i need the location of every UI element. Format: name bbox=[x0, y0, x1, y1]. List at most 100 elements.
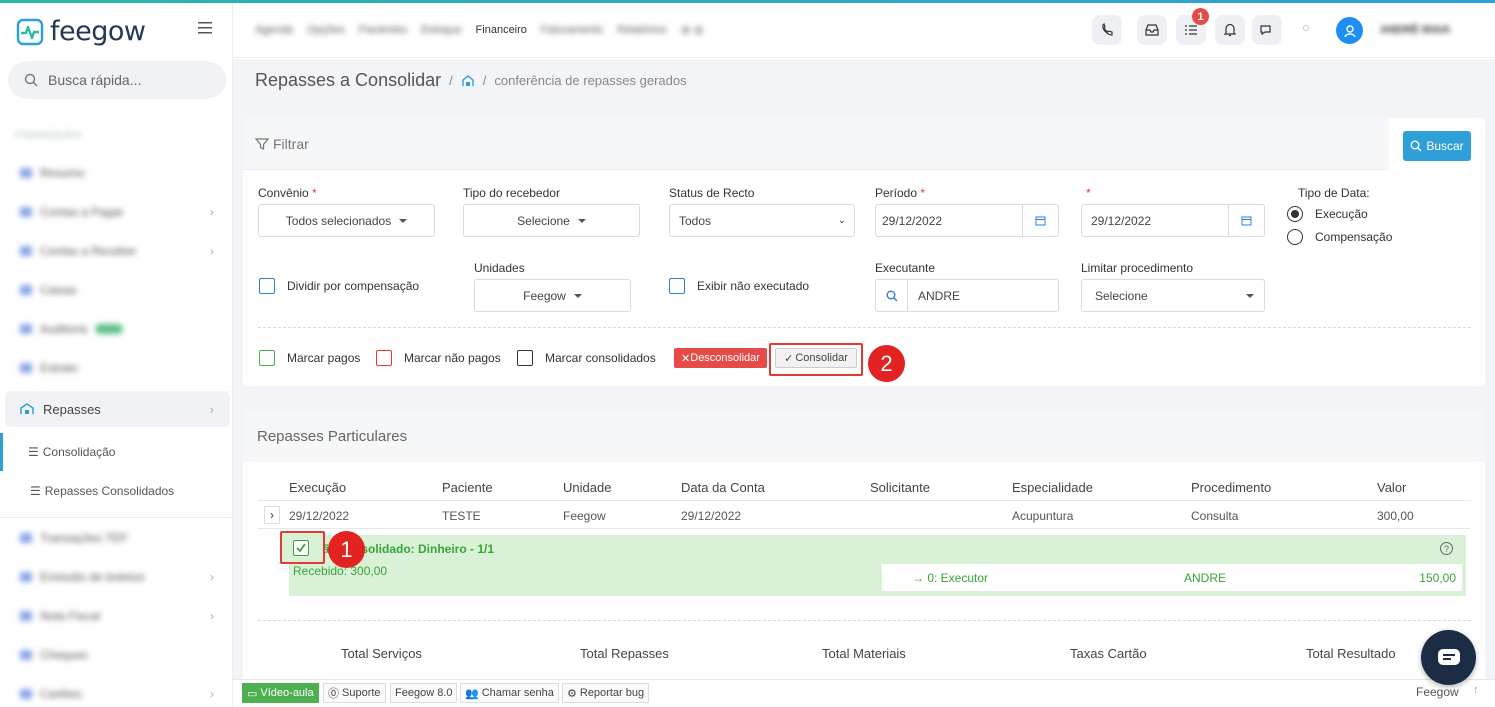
sidebar-item-extrato[interactable]: Extrato bbox=[20, 358, 220, 378]
cell-data-conta: 29/12/2022 bbox=[681, 509, 742, 523]
cell-execucao: 29/12/2022 bbox=[289, 509, 350, 523]
sidebar-item-contas-pagar[interactable]: Contas a Pagar › bbox=[20, 202, 220, 222]
tipo-recebedor-label: Tipo do recebedor bbox=[463, 186, 560, 200]
unidades-label: Unidades bbox=[474, 261, 525, 275]
user-name[interactable]: ANDRÉ MAIA bbox=[1380, 24, 1450, 36]
convenio-select[interactable]: Todos selecionados bbox=[258, 204, 435, 237]
breadcrumb-page: conferência de repasses gerados bbox=[494, 73, 687, 88]
help-icon[interactable]: ? bbox=[1440, 542, 1453, 555]
convenio-label: Convênio * bbox=[258, 186, 317, 200]
list-icon: ☰ bbox=[30, 484, 41, 498]
sidebar-section-title: FINANCEIRO bbox=[16, 130, 82, 140]
nav-relatorios[interactable]: Relatórios bbox=[617, 24, 667, 37]
row-divider bbox=[258, 528, 1471, 529]
total-repasses: Total Repasses bbox=[580, 646, 669, 661]
col-paciente: Paciente bbox=[442, 480, 493, 495]
periodo-from-input[interactable]: 29/12/2022 bbox=[875, 204, 1059, 237]
sidebar-item-cartoes[interactable]: Cartões › bbox=[20, 684, 220, 704]
tipo-recebedor-select[interactable]: Selecione bbox=[463, 204, 640, 237]
cell-unidade: Feegow bbox=[563, 509, 606, 523]
users-icon: 👥 bbox=[465, 687, 479, 700]
col-especialidade: Especialidade bbox=[1012, 480, 1093, 495]
consolidate-checkbox[interactable] bbox=[293, 540, 309, 556]
marcar-consolidados-checkbox[interactable]: Marcar consolidados bbox=[517, 350, 656, 366]
periodo-to-input[interactable]: 29/12/2022 bbox=[1081, 204, 1265, 237]
nav-faturamento[interactable]: Faturamento bbox=[541, 24, 603, 37]
row-divider bbox=[258, 500, 1471, 501]
sidebar bbox=[0, 3, 233, 707]
notification-badge: 1 bbox=[1192, 8, 1209, 25]
status-recto-select[interactable]: Todos ⌄ bbox=[669, 204, 855, 237]
divider bbox=[258, 620, 1471, 621]
repasses-icon[interactable] bbox=[461, 74, 475, 87]
nav-agenda[interactable]: Agenda bbox=[255, 24, 293, 37]
sidebar-item-repasses[interactable]: Repasses › bbox=[5, 391, 230, 427]
video-icon: ▭ bbox=[247, 687, 258, 700]
marcar-pagos-checkbox[interactable]: Marcar pagos bbox=[259, 350, 360, 366]
footer-brand: Feegow bbox=[1416, 685, 1459, 699]
col-procedimento: Procedimento bbox=[1191, 480, 1272, 495]
nav-estoque[interactable]: Estoque bbox=[421, 24, 461, 37]
cell-paciente: TESTE bbox=[442, 509, 481, 523]
divider bbox=[258, 327, 1471, 328]
repasses-title: Repasses Particulares bbox=[243, 410, 1485, 462]
bell-icon[interactable] bbox=[1215, 15, 1245, 45]
sidebar-item-resumo[interactable]: Resumo bbox=[20, 163, 220, 183]
buscar-button[interactable]: Buscar bbox=[1403, 131, 1471, 161]
avatar[interactable] bbox=[1336, 17, 1363, 44]
menu-toggle-icon[interactable] bbox=[198, 22, 212, 34]
top-nav: Agenda Opções Pacientes Estoque Financei… bbox=[255, 24, 704, 37]
phone-icon[interactable] bbox=[1092, 15, 1122, 45]
sidebar-sub-consolidacao[interactable]: ☰ Consolidação bbox=[28, 445, 115, 459]
total-materiais: Total Materiais bbox=[822, 646, 906, 661]
status-dot-icon bbox=[1303, 25, 1309, 31]
sidebar-item-cheques[interactable]: Cheques bbox=[20, 645, 220, 665]
expand-chevron-icon[interactable]: › bbox=[264, 506, 280, 524]
periodo-to-required: * bbox=[1086, 186, 1091, 200]
repasses-icon bbox=[20, 403, 34, 414]
sidebar-item-nota-fiscal[interactable]: Nota Fiscal › bbox=[20, 606, 220, 626]
app-name: feegow bbox=[50, 16, 146, 47]
marcar-nao-pagos-checkbox[interactable]: Marcar não pagos bbox=[376, 350, 501, 366]
limitar-select[interactable]: Selecione bbox=[1081, 279, 1265, 312]
sidebar-item-tef[interactable]: Transações TEF bbox=[20, 528, 220, 548]
desconsolidar-button[interactable]: ✕ Desconsolidar bbox=[674, 348, 767, 368]
limitar-label: Limitar procedimento bbox=[1081, 261, 1194, 275]
video-aula-button[interactable]: ▭ Vídeo-aula bbox=[242, 683, 319, 703]
filter-header[interactable]: Filtrar bbox=[243, 118, 1389, 170]
unidades-select[interactable]: Feegow bbox=[474, 279, 631, 312]
sidebar-item-caixas[interactable]: Caixas bbox=[20, 280, 220, 300]
radio-compensacao[interactable]: Compensação bbox=[1287, 229, 1392, 245]
executante-label: Executante bbox=[875, 261, 936, 275]
executor-value: 150,00 bbox=[1419, 570, 1456, 585]
logo[interactable]: feegow bbox=[16, 16, 146, 47]
dividir-checkbox[interactable]: Dividir por compensação bbox=[259, 278, 419, 294]
reportar-bug-button[interactable]: ⚙ Reportar bug bbox=[562, 683, 650, 703]
nav-opcoes[interactable]: Opções bbox=[307, 24, 345, 37]
nav-more-icon[interactable]: ⚙ ⚙ bbox=[681, 24, 704, 37]
sidebar-item-contas-receber[interactable]: Contas a Receber › bbox=[20, 241, 220, 261]
executante-input[interactable]: ANDRE bbox=[875, 279, 1059, 312]
sidebar-item-auditoria[interactable]: Auditoria bbox=[20, 319, 220, 339]
col-data-conta: Data da Conta bbox=[681, 480, 765, 495]
sidebar-item-boletos[interactable]: Emissão de boletos › bbox=[20, 567, 220, 587]
radio-execucao[interactable]: Execução bbox=[1287, 206, 1368, 222]
nav-financeiro[interactable]: Financeiro bbox=[476, 24, 527, 37]
search-input[interactable]: Busca rápida... bbox=[8, 61, 226, 99]
annotation-2: 2 bbox=[868, 345, 905, 382]
search-icon bbox=[1410, 140, 1422, 152]
chat-icon[interactable] bbox=[1252, 15, 1282, 45]
col-solicitante: Solicitante bbox=[870, 480, 930, 495]
chat-widget-button[interactable] bbox=[1421, 630, 1476, 685]
cell-valor: 300,00 bbox=[1377, 509, 1414, 523]
sidebar-sub-repasses-consolidados[interactable]: ☰ Repasses Consolidados bbox=[30, 484, 174, 498]
suporte-button[interactable]: ⓪ Suporte bbox=[323, 683, 386, 703]
chamar-senha-button[interactable]: 👥 Chamar senha bbox=[460, 683, 559, 703]
exibir-checkbox[interactable]: Exibir não executado bbox=[669, 278, 809, 294]
search-icon bbox=[24, 73, 38, 87]
executor-label: → 0: Executor bbox=[912, 570, 989, 585]
total-servicos: Total Serviços bbox=[341, 646, 422, 661]
nav-pacientes[interactable]: Pacientes bbox=[359, 24, 407, 37]
inbox-icon[interactable] bbox=[1137, 15, 1167, 45]
scroll-top-icon[interactable]: ↑ bbox=[1473, 684, 1479, 696]
